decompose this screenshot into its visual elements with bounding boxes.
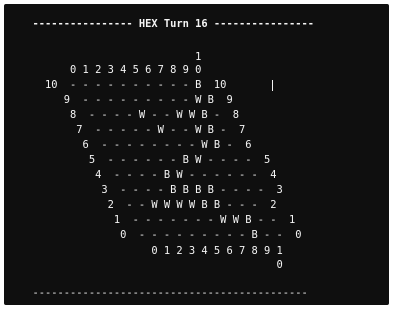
top-axis-tens: 1 [20, 51, 202, 63]
board-row-1: 1 - - - - - - - W W B - - 1 [20, 214, 296, 226]
bottom-axis-ones: 0 1 2 3 4 5 6 7 8 9 1 [20, 245, 283, 257]
title-line: ---------------- HEX Turn 16 -----------… [20, 18, 315, 30]
bottom-axis-tens: 0 [20, 259, 283, 271]
board-row-9: 9 - - - - - - - - - W B 9 [20, 94, 233, 106]
board-row-4: 4 - - - - B W - - - - - - 4 [20, 169, 277, 181]
terminal-window: ---------------- HEX Turn 16 -----------… [4, 4, 389, 305]
bottom-rule: ----------------------------------------… [20, 287, 308, 299]
board-row-10: 10 - - - - - - - - - - B 10 [20, 79, 227, 91]
board-row-2: 2 - - W W W W B B - - - 2 [20, 199, 277, 211]
top-axis-ones: 0 1 2 3 4 5 6 7 8 9 0 [20, 64, 202, 76]
board-row-7: 7 - - - - - W - - W B - 7 [20, 124, 246, 136]
board-row-3: 3 - - - - B B B B - - - - 3 [20, 184, 283, 196]
board-row-8: 8 - - - - W - - W W B - 8 [20, 109, 239, 121]
board-row-5: 5 - - - - - - B W - - - - 5 [20, 154, 271, 166]
board-row-0: 0 - - - - - - - - - B - - 0 [20, 229, 302, 241]
board-row-6: 6 - - - - - - - - W B - 6 [20, 139, 252, 151]
terminal-output: ---------------- HEX Turn 16 -----------… [4, 4, 389, 305]
text-cursor [272, 80, 273, 91]
